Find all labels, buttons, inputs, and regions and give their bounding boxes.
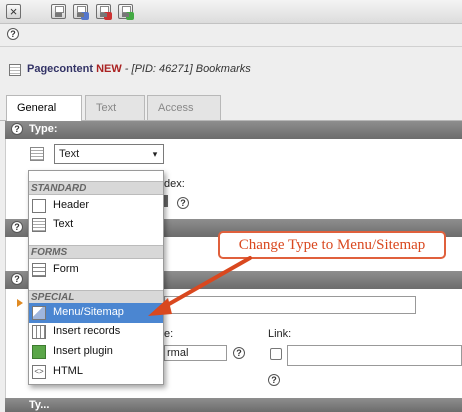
annotation-arrow	[148, 256, 252, 316]
arrow-head	[148, 298, 172, 316]
arrow-shaft	[160, 256, 252, 310]
